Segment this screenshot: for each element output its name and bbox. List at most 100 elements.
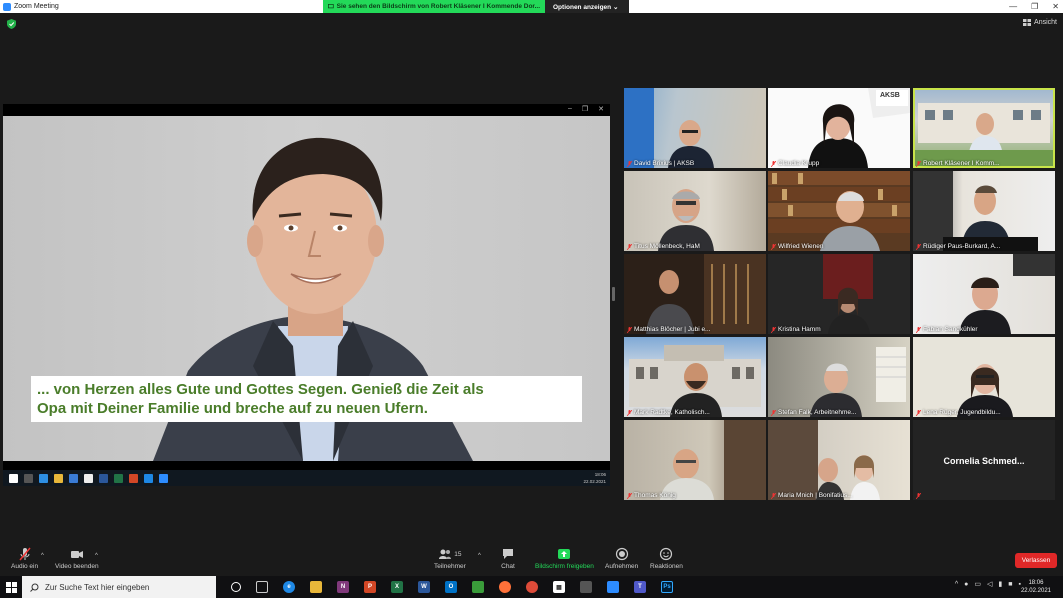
participant-tile[interactable]: Titus Möllenbeck, HaM xyxy=(624,171,766,251)
participant-name-tag: Thomas König xyxy=(627,492,676,499)
participant-tile[interactable]: Stefan Falk, Arbeitnehme... xyxy=(768,337,910,417)
firefox-icon[interactable] xyxy=(499,581,511,593)
app-icon[interactable] xyxy=(580,581,592,593)
participant-tile[interactable]: Matthias Blöcher | Jubi e... xyxy=(624,254,766,334)
participants-options-chevron-icon[interactable]: ^ xyxy=(478,553,481,559)
chat-icon xyxy=(503,549,513,559)
close-icon[interactable]: ✕ xyxy=(1052,2,1059,11)
participant-tile-no-video[interactable]: Cornelia Schmed... xyxy=(913,420,1055,500)
word-icon[interactable]: W xyxy=(418,581,430,593)
share-banner-label: Sie sehen den Bildschirm von Robert Kläs… xyxy=(336,3,540,10)
participant-tile[interactable]: Maria Mnich | Bonifatius... xyxy=(768,420,910,500)
file-explorer-icon[interactable] xyxy=(310,581,322,593)
portrait-photo: ... von Herzen alles Gute und Gottes Seg… xyxy=(3,116,610,461)
participant-tile[interactable]: Rüdiger Paus-Burkard, A... xyxy=(913,171,1055,251)
participant-name: Claudia Krupp xyxy=(778,160,820,167)
share-screen-label: Bildschirm freigeben xyxy=(535,563,594,570)
participant-name-tag: Matthias Blöcher | Jubi e... xyxy=(627,326,710,333)
participant-tile[interactable]: David Brixius | AKSB xyxy=(624,88,766,168)
taskbar-search-box[interactable]: Zur Suche Text hier eingeben xyxy=(22,576,216,598)
restore-icon[interactable]: ❐ xyxy=(1031,2,1038,11)
green-app-icon[interactable] xyxy=(472,581,484,593)
participants-button[interactable]: 15 Teilnehmer xyxy=(434,547,466,570)
leave-button[interactable]: Verlassen xyxy=(1015,553,1057,568)
participant-name: Stefan Falk, Arbeitnehme... xyxy=(778,409,857,416)
chat-button[interactable]: Chat xyxy=(501,547,515,570)
tray-app-icon[interactable]: ● xyxy=(964,581,968,588)
participant-video xyxy=(646,254,766,334)
cortana-icon[interactable] xyxy=(231,582,241,592)
participant-tile-active-speaker[interactable]: Robert Kläsener I Komm... xyxy=(913,88,1055,168)
zoom-tray-icon[interactable]: ■ xyxy=(1008,581,1012,588)
excel-icon[interactable]: X xyxy=(391,581,403,593)
audio-options-chevron-icon[interactable]: ^ xyxy=(41,553,44,559)
encryption-shield-icon[interactable] xyxy=(7,19,16,29)
video-options-chevron-icon[interactable]: ^ xyxy=(95,553,98,559)
participant-tile[interactable]: Wilfried Wienen xyxy=(768,171,910,251)
participant-tile[interactable]: Fabian Sandkühler xyxy=(913,254,1055,334)
calculator-icon[interactable]: ▦ xyxy=(553,581,565,593)
participant-video xyxy=(913,103,1055,168)
task-view-icon[interactable] xyxy=(256,581,268,593)
shared-folder-icon xyxy=(54,473,63,483)
participant-video xyxy=(808,88,910,168)
mic-muted-icon xyxy=(771,326,776,333)
shared-clock-time: 18:06 xyxy=(594,472,606,477)
view-options-button[interactable]: Optionen anzeigen ⌄ xyxy=(545,0,629,13)
participant-name: Maria Mnich | Bonifatius... xyxy=(778,492,853,499)
start-button[interactable] xyxy=(0,576,22,598)
participant-name-tag: Claudia Krupp xyxy=(771,160,819,167)
participant-name: Rüdiger Paus-Burkard, A... xyxy=(923,243,1001,250)
participant-video xyxy=(768,171,910,251)
shared-screen[interactable]: – ❐ ✕ ... von Herzen alles Gute und Gott… xyxy=(3,104,610,486)
participant-name: Robert Kläsener I Komm... xyxy=(923,160,1000,167)
outlook-icon[interactable]: O xyxy=(445,581,457,593)
clock-date: 22.02.2021 xyxy=(1020,588,1051,594)
participant-name-tag: Titus Möllenbeck, HaM xyxy=(627,243,700,250)
edge-icon[interactable]: e xyxy=(283,581,295,593)
view-label: Ansicht xyxy=(1034,19,1057,26)
onenote-icon[interactable]: N xyxy=(337,581,349,593)
subtitle-line-1: ... von Herzen alles Gute und Gottes Seg… xyxy=(37,381,484,398)
audio-button[interactable]: Audio ein xyxy=(11,547,38,570)
participant-name: Wilfried Wienen xyxy=(778,243,824,250)
shared-close-icon: ✕ xyxy=(598,106,604,113)
windows-taskbar: Zur Suche Text hier eingeben e N P X W O… xyxy=(0,576,1063,598)
share-screen-button[interactable]: Bildschirm freigeben xyxy=(535,547,594,570)
record-button[interactable]: Aufnehmen xyxy=(605,547,638,570)
participant-display-name: Cornelia Schmed... xyxy=(943,456,1025,466)
volume-icon[interactable]: ◁ xyxy=(987,580,992,588)
participant-tile[interactable]: Thomas König xyxy=(624,420,766,500)
video-button[interactable]: Video beenden xyxy=(55,547,99,570)
subtitle-box: ... von Herzen alles Gute und Gottes Seg… xyxy=(31,376,582,422)
participant-tile[interactable]: AKSB Claudia Krupp xyxy=(768,88,910,168)
participant-tile[interactable]: Kristina Hamm xyxy=(768,254,910,334)
grid-view-icon xyxy=(1023,19,1032,26)
participant-name-tag: Robert Kläsener I Komm... xyxy=(916,160,1000,167)
chrome-icon[interactable] xyxy=(526,581,538,593)
shared-taskview-icon xyxy=(24,473,33,483)
participant-video xyxy=(823,254,873,334)
shared-clock-date: 22.02.2021 xyxy=(583,479,606,484)
battery-icon[interactable]: ▮ xyxy=(998,580,1002,588)
reactions-button[interactable]: Reaktionen xyxy=(650,547,683,570)
tray-chevron-icon[interactable]: ^ xyxy=(955,581,958,588)
taskbar-clock[interactable]: 18:06 22.02.2021 xyxy=(1021,579,1051,595)
participants-label: Teilnehmer xyxy=(434,563,466,570)
mic-muted-icon xyxy=(771,492,776,499)
participant-tile[interactable]: Mark Radtke, Katholisch... xyxy=(624,337,766,417)
participant-tile[interactable]: Lena Rüger, Jugendbildu... xyxy=(913,337,1055,417)
photoshop-icon[interactable]: Ps xyxy=(661,581,673,593)
zoom-taskbar-icon[interactable] xyxy=(607,581,619,593)
split-resize-handle[interactable] xyxy=(612,287,615,301)
view-button[interactable]: Ansicht xyxy=(1023,19,1057,26)
participant-video xyxy=(629,345,761,417)
shared-edge-icon xyxy=(39,473,48,483)
powerpoint-icon[interactable]: P xyxy=(364,581,376,593)
shared-taskbar: 18:06 22.02.2021 xyxy=(3,470,610,486)
network-icon[interactable]: ▭ xyxy=(974,580,981,588)
minimize-icon[interactable]: — xyxy=(1009,2,1017,11)
teams-icon[interactable]: T xyxy=(634,581,646,593)
video-label: Video beenden xyxy=(55,563,99,570)
participant-name-tag: Wilfried Wienen xyxy=(771,243,824,250)
